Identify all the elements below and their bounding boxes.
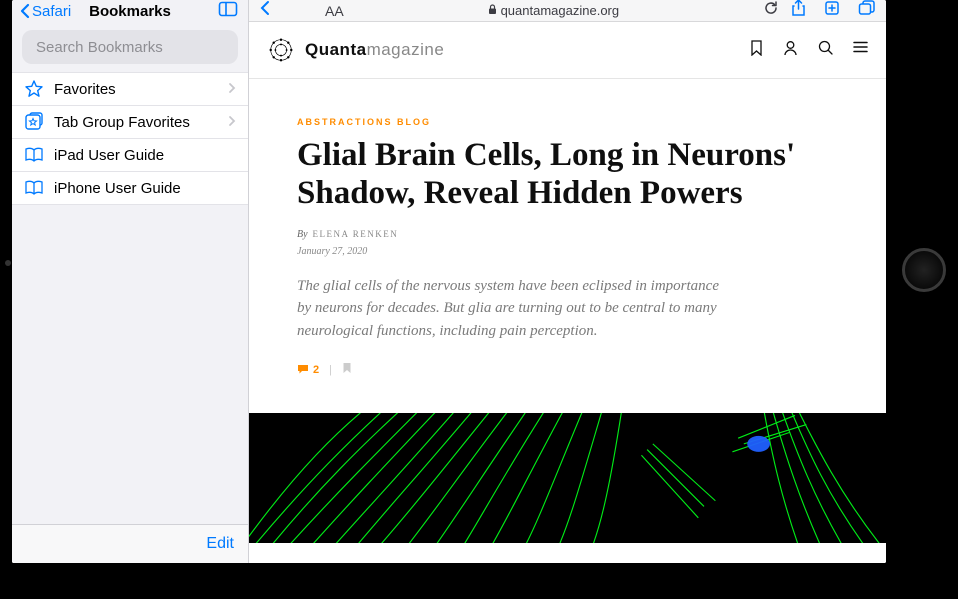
bookmark-iphone-guide[interactable]: iPhone User Guide bbox=[12, 172, 248, 205]
star-icon bbox=[24, 79, 44, 99]
author-link[interactable]: ELENA RENKEN bbox=[313, 229, 399, 239]
save-article-icon[interactable] bbox=[342, 362, 352, 377]
edit-button[interactable]: Edit bbox=[12, 524, 248, 563]
bookmark-tab-group-favorites[interactable]: Tab Group Favorites bbox=[12, 106, 248, 139]
search-field[interactable] bbox=[22, 30, 238, 64]
site-logo[interactable]: Quantamagazine bbox=[267, 36, 444, 64]
chevron-right-icon bbox=[228, 81, 236, 98]
lock-icon bbox=[488, 4, 497, 18]
home-button[interactable] bbox=[902, 248, 946, 292]
site-nav bbox=[750, 40, 868, 61]
ipad-screen: Safari Bookmarks bbox=[12, 0, 886, 563]
comment-count: 2 bbox=[313, 364, 319, 376]
site-header: Quantamagazine bbox=[249, 22, 886, 79]
article-body: ABSTRACTIONS BLOG Glial Brain Cells, Lon… bbox=[249, 79, 886, 563]
share-button[interactable] bbox=[791, 0, 806, 22]
logo-thin: magazine bbox=[367, 40, 445, 59]
reload-button[interactable] bbox=[763, 0, 779, 21]
tabs-button[interactable] bbox=[858, 0, 876, 21]
url-text: quantamagazine.org bbox=[501, 3, 620, 18]
camera-dot bbox=[5, 260, 11, 266]
quanta-logo-mark bbox=[267, 36, 295, 64]
sidebar-header: Safari Bookmarks bbox=[12, 0, 248, 22]
new-tab-button[interactable] bbox=[824, 0, 840, 21]
logo-text: Quantamagazine bbox=[305, 40, 444, 60]
bookmark-label: Tab Group Favorites bbox=[54, 114, 218, 131]
url-bar[interactable]: quantamagazine.org bbox=[356, 3, 751, 18]
menu-icon[interactable] bbox=[853, 40, 868, 61]
book-icon bbox=[24, 147, 44, 163]
save-bookmark-icon[interactable] bbox=[750, 40, 763, 61]
article-meta: 2 | bbox=[297, 362, 838, 377]
divider: | bbox=[329, 364, 332, 376]
search-input[interactable] bbox=[36, 39, 235, 56]
publish-date: January 27, 2020 bbox=[297, 246, 838, 257]
logo-bold: Quanta bbox=[305, 40, 367, 59]
bookmarks-sidebar: Safari Bookmarks bbox=[12, 0, 249, 563]
bookmark-ipad-guide[interactable]: iPad User Guide bbox=[12, 139, 248, 172]
back-to-safari-button[interactable]: Safari bbox=[20, 3, 71, 20]
bookmark-list: Favorites Tab Group Favorites bbox=[12, 72, 248, 205]
article-lede: The glial cells of the nervous system ha… bbox=[297, 275, 727, 343]
toolbar-right bbox=[791, 0, 876, 22]
article-title: Glial Brain Cells, Long in Neurons' Shad… bbox=[297, 137, 838, 213]
article-category[interactable]: ABSTRACTIONS BLOG bbox=[297, 117, 838, 127]
comments-link[interactable]: 2 bbox=[297, 364, 319, 376]
book-icon bbox=[24, 180, 44, 196]
content-pane: AA quantamagazine.org bbox=[249, 0, 886, 563]
bookmark-label: iPad User Guide bbox=[54, 147, 236, 164]
account-icon[interactable] bbox=[783, 40, 798, 61]
sidebar-toggle-icon bbox=[218, 0, 238, 18]
chevron-right-icon bbox=[228, 114, 236, 131]
browser-back-button[interactable] bbox=[259, 0, 271, 22]
bookmark-favorites[interactable]: Favorites bbox=[12, 73, 248, 106]
search-container bbox=[12, 22, 248, 72]
tab-star-icon bbox=[24, 112, 44, 132]
bookmark-label: Favorites bbox=[54, 81, 218, 98]
reader-settings-button[interactable]: AA bbox=[325, 3, 344, 19]
new-bookmark-button[interactable] bbox=[218, 0, 238, 23]
byline: By ELENA RENKEN bbox=[297, 229, 838, 240]
bookmark-label: iPhone User Guide bbox=[54, 180, 236, 197]
by-prefix: By bbox=[297, 229, 308, 240]
device-frame: Safari Bookmarks bbox=[0, 0, 958, 599]
hero-image bbox=[249, 413, 886, 543]
comment-icon bbox=[297, 364, 309, 375]
browser-toolbar: AA quantamagazine.org bbox=[249, 0, 886, 22]
chevron-left-icon bbox=[20, 3, 30, 19]
site-search-icon[interactable] bbox=[818, 40, 833, 61]
back-label: Safari bbox=[32, 3, 71, 20]
